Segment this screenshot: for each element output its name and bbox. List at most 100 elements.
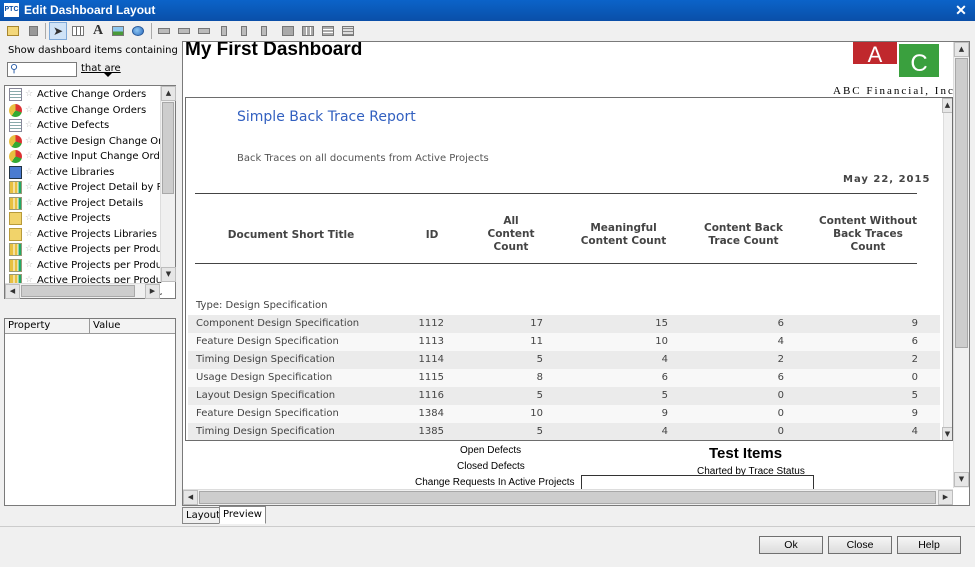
scroll-down-icon[interactable]: ▼ (161, 267, 176, 282)
scroll-thumb[interactable] (955, 58, 968, 348)
align-left-icon[interactable] (155, 22, 173, 40)
bar-icon (9, 258, 22, 272)
align-bottom-icon[interactable] (255, 22, 273, 40)
star-icon[interactable]: ☆ (25, 211, 33, 226)
dashboard-items-list[interactable]: ☆ Active Change Orders ☆ Active Change Orde… (4, 85, 176, 299)
list-item[interactable]: ☆ Active Project Detail by Produ (7, 180, 162, 195)
star-icon[interactable]: ☆ (25, 196, 33, 211)
table-icon[interactable] (69, 22, 87, 40)
layout-3-icon[interactable] (319, 22, 337, 40)
scroll-up-icon[interactable]: ▲ (161, 86, 176, 101)
property-column-header[interactable]: Property (8, 319, 50, 333)
header-line: Trace Count (708, 235, 779, 247)
cell-id: 1112 (418, 318, 444, 329)
scroll-right-icon[interactable]: ▶ (938, 490, 953, 505)
list-item[interactable]: ☆ Active Projects per Product Co (7, 242, 162, 257)
globe-icon[interactable] (129, 22, 147, 40)
table-row[interactable]: Feature Design Specification 1113 11 10 4 6 (188, 333, 940, 351)
close-button[interactable]: Close (828, 536, 892, 554)
list-item-label: Active Projects per Product Co (37, 244, 162, 255)
layout-2-icon[interactable] (299, 22, 317, 40)
tab-layout[interactable]: Layout (182, 507, 224, 524)
property-grid[interactable]: Property Value (4, 318, 176, 506)
align-middle-icon[interactable] (235, 22, 253, 40)
scroll-right-icon[interactable]: ▶ (145, 284, 160, 299)
list-item[interactable]: ☆ Active Projects (7, 211, 162, 226)
list-item-label: Active Design Change Orders (37, 135, 162, 147)
close-window-icon[interactable]: ✕ (953, 2, 969, 18)
header-line: Content Count (580, 235, 667, 247)
star-icon[interactable]: ☆ (25, 103, 33, 118)
scroll-down-icon[interactable]: ▼ (942, 427, 952, 440)
back-trace-report[interactable]: Simple Back Trace Report Back Traces on … (185, 97, 953, 441)
scroll-down-icon[interactable]: ▼ (954, 472, 969, 487)
list-item[interactable]: ☆ Active Input Change Orders (7, 149, 162, 164)
scroll-thumb[interactable] (21, 285, 135, 297)
layout-4-icon[interactable] (339, 22, 357, 40)
star-icon[interactable]: ☆ (25, 227, 33, 242)
star-icon[interactable]: ☆ (25, 180, 33, 195)
table-row[interactable]: Component Design Specification 1112 17 15 6 9 (188, 315, 940, 333)
cell-title: Feature Design Specification (196, 336, 339, 347)
align-center-icon[interactable] (175, 22, 193, 40)
cell-meaningful: 9 (661, 408, 668, 419)
star-icon[interactable]: ☆ (25, 149, 33, 164)
star-icon[interactable]: ☆ (25, 258, 33, 273)
table-row[interactable]: Timing Design Specification 1114 5 4 2 2 (188, 351, 940, 369)
scroll-left-icon[interactable]: ◀ (5, 284, 20, 299)
table-row[interactable]: Layout Design Specification 1116 5 5 0 5 (188, 387, 940, 405)
that-are-link[interactable]: that are (81, 63, 121, 74)
cell-all-count: 11 (530, 336, 543, 347)
pointer-icon[interactable]: ➤ (49, 22, 67, 40)
scroll-thumb[interactable] (199, 491, 936, 504)
help-button[interactable]: Help (897, 536, 961, 554)
grid-icon (9, 88, 22, 101)
table-row[interactable]: Timing Design Specification 1385 5 4 0 4 (188, 423, 940, 440)
star-icon[interactable]: ☆ (25, 165, 33, 180)
cell-meaningful: 4 (661, 426, 668, 437)
ok-button[interactable]: Ok (759, 536, 823, 554)
list-item[interactable]: ☆ Active Change Orders (7, 103, 162, 118)
star-icon[interactable]: ☆ (25, 87, 33, 102)
layout-1-icon[interactable] (279, 22, 297, 40)
new-icon[interactable] (4, 22, 22, 40)
items-horizontal-scrollbar[interactable]: ◀ ▶ (5, 283, 160, 299)
list-item[interactable]: ☆ Active Projects per Product Ef (7, 258, 162, 273)
cell-all-count: 5 (536, 354, 543, 365)
align-top-icon[interactable] (215, 22, 233, 40)
list-item[interactable]: ☆ Active Project Details (7, 196, 162, 211)
list-item[interactable]: ☆ Active Defects (7, 118, 162, 133)
list-item[interactable]: ☆ Active Libraries (7, 165, 162, 180)
align-right-icon[interactable] (195, 22, 213, 40)
scroll-up-icon[interactable]: ▲ (942, 98, 952, 113)
value-column-header[interactable]: Value (93, 319, 120, 333)
list-item-label: Active Project Details (37, 197, 144, 209)
star-icon[interactable]: ☆ (25, 118, 33, 133)
table-row[interactable]: Feature Design Specification 1384 10 9 0 9 (188, 405, 940, 423)
report-vertical-scrollbar[interactable]: ▲ ▼ (942, 98, 952, 440)
star-icon[interactable]: ☆ (25, 242, 33, 257)
items-vertical-scrollbar[interactable]: ▲ ▼ (160, 86, 176, 282)
tab-preview[interactable]: Preview (219, 506, 266, 524)
canvas-horizontal-scrollbar[interactable]: ◀ ▶ (183, 489, 953, 505)
table-row[interactable]: Usage Design Specification 1115 8 6 6 0 (188, 369, 940, 387)
scroll-left-icon[interactable]: ◀ (183, 490, 198, 505)
header-id: ID (425, 229, 439, 241)
scroll-thumb[interactable] (162, 102, 174, 194)
image-icon[interactable] (109, 22, 127, 40)
star-icon[interactable]: ☆ (25, 134, 33, 149)
text-icon[interactable]: A (89, 22, 107, 40)
list-item-label: Active Projects per Product Ef (37, 259, 162, 271)
chevron-down-icon[interactable] (104, 73, 112, 77)
canvas-vertical-scrollbar[interactable]: ▲ ▼ (953, 42, 969, 488)
search-input[interactable]: ⚲ (7, 62, 77, 77)
delete-icon[interactable] (24, 22, 42, 40)
list-item[interactable]: ☆ Active Design Change Orders (7, 134, 162, 149)
scroll-up-icon[interactable]: ▲ (954, 42, 969, 57)
list-item[interactable]: ☆ Active Projects Libraries and T (7, 227, 162, 242)
cell-back-trace: 2 (777, 354, 784, 365)
bar-icon (9, 196, 22, 210)
bar-icon (9, 181, 22, 194)
list-item[interactable]: ☆ Active Change Orders (7, 87, 162, 102)
type-group-label: Type: Design Specification (196, 300, 328, 311)
